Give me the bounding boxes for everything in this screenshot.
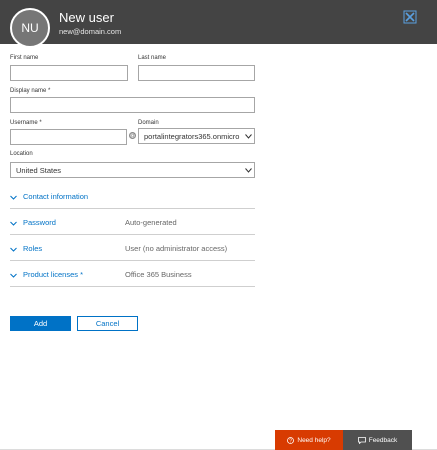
- chevron-down-icon: [10, 195, 17, 200]
- location-label: Location: [10, 151, 33, 157]
- first-name-input[interactable]: [10, 65, 128, 81]
- panel-subtitle: new@domain.com: [59, 27, 122, 36]
- section-label: Roles: [23, 244, 43, 253]
- close-icon: [403, 10, 417, 24]
- first-name-label: First name: [10, 55, 39, 61]
- add-button[interactable]: Add: [10, 316, 71, 331]
- chevron-down-icon: [10, 221, 17, 226]
- feedback-button[interactable]: Feedback: [343, 430, 412, 450]
- need-help-button[interactable]: ? Need help?: [275, 430, 343, 450]
- last-name-label: Last name: [138, 55, 167, 61]
- section-value: User (no administrator access): [125, 244, 228, 253]
- chevron-down-icon: [242, 163, 254, 177]
- panel-title: New user: [59, 10, 114, 25]
- username-label: Username *: [10, 120, 42, 126]
- chevron-down-icon: [242, 129, 254, 143]
- domain-select[interactable]: portalintegrators365.onmicro: [138, 128, 255, 144]
- avatar-initials: NU: [21, 21, 39, 35]
- section-label: Product licenses *: [23, 270, 84, 279]
- section-value: Office 365 Business: [125, 270, 192, 279]
- domain-value: portalintegrators365.onmicro: [144, 131, 240, 141]
- section-label: Password: [23, 218, 56, 227]
- chat-bubble-icon: [357, 436, 366, 444]
- section-product-licenses[interactable]: Product licenses * Office 365 Business: [10, 267, 255, 287]
- feedback-label: Feedback: [368, 436, 398, 444]
- display-name-input[interactable]: [10, 97, 255, 113]
- at-sign-icon: @: [129, 132, 136, 139]
- chevron-down-icon: [10, 273, 17, 278]
- username-input[interactable]: [10, 129, 127, 145]
- avatar: NU: [10, 8, 50, 48]
- section-contact-information[interactable]: Contact information: [10, 189, 255, 209]
- section-password[interactable]: Password Auto-generated: [10, 215, 255, 235]
- domain-label: Domain: [138, 120, 159, 126]
- section-roles[interactable]: Roles User (no administrator access): [10, 241, 255, 261]
- chevron-down-icon: [10, 247, 17, 252]
- display-name-label: Display name *: [10, 88, 51, 94]
- location-select[interactable]: United States: [10, 162, 255, 178]
- help-circle-icon: ?: [287, 436, 295, 444]
- close-button[interactable]: [403, 10, 417, 24]
- section-value: Auto-generated: [125, 218, 177, 227]
- cancel-button[interactable]: Cancel: [77, 316, 138, 331]
- need-help-label: Need help?: [297, 436, 331, 444]
- location-value: United States: [16, 165, 62, 175]
- svg-text:?: ?: [289, 438, 292, 444]
- section-label: Contact information: [23, 192, 89, 201]
- last-name-input[interactable]: [138, 65, 255, 81]
